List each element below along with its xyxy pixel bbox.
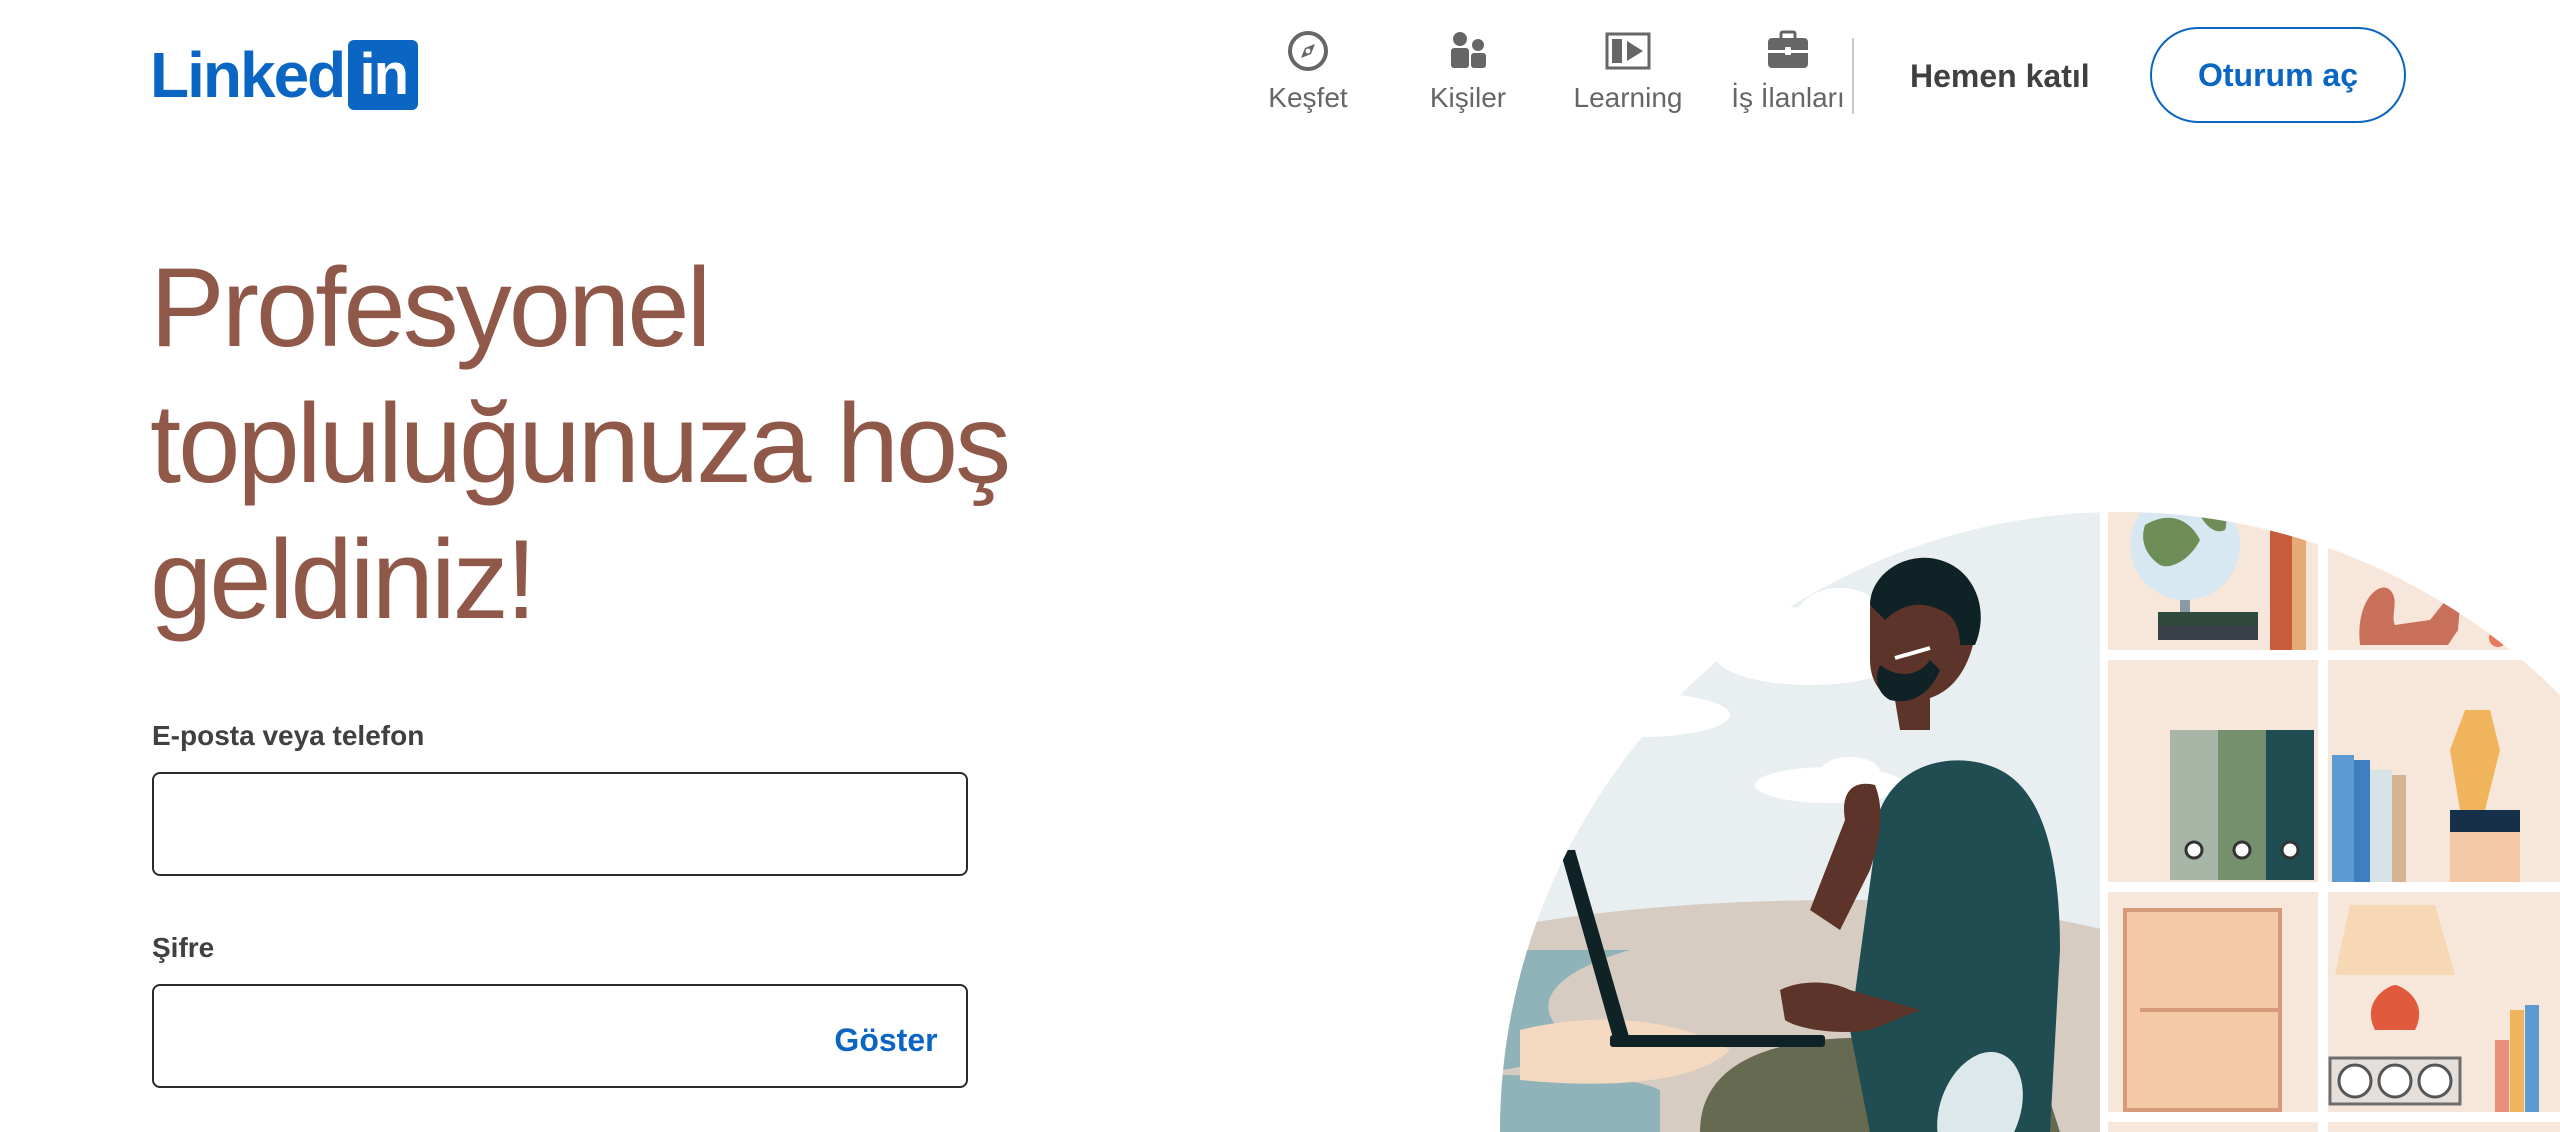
nav-item-learning[interactable]: Learning — [1548, 28, 1708, 114]
compass-icon — [1285, 28, 1331, 74]
nav-label-discover: Keşfet — [1268, 82, 1348, 113]
email-field[interactable] — [152, 772, 968, 876]
headline-line-2: topluluğunuza hoş — [150, 381, 1011, 506]
headline-line-1: Profesyonel — [150, 245, 711, 370]
nav-divider — [1852, 38, 1854, 114]
email-label: E-posta veya telefon — [152, 720, 425, 751]
nav-item-jobs[interactable]: İş İlanları — [1708, 28, 1868, 114]
nav-item-discover[interactable]: Keşfet — [1228, 28, 1388, 114]
logo-in-box: in — [348, 40, 419, 110]
password-label: Şifre — [152, 932, 215, 963]
linkedin-logo[interactable]: Linked in — [150, 39, 419, 111]
show-password-button[interactable]: Göster — [820, 1008, 952, 1072]
top-nav: Keşfet Kişiler Learning İş İlanları — [1228, 28, 1868, 114]
page-headline: Profesyonel topluluğunuza hoş geldiniz! — [150, 240, 1030, 648]
sign-in-button[interactable]: Oturum aç — [2150, 27, 2406, 123]
hero-illustration — [1500, 512, 2560, 1132]
nav-label-jobs: İş İlanları — [1731, 82, 1845, 113]
logo-wordmark: Linked — [150, 39, 346, 111]
join-now-link[interactable]: Hemen katıl — [1880, 52, 2120, 100]
nav-label-learning: Learning — [1573, 82, 1683, 113]
nav-label-people: Kişiler — [1429, 82, 1507, 113]
people-icon — [1445, 28, 1491, 74]
briefcase-icon — [1765, 28, 1811, 74]
nav-item-people[interactable]: Kişiler — [1388, 28, 1548, 114]
video-player-icon — [1605, 28, 1651, 74]
headline-line-3: geldiniz! — [150, 517, 537, 642]
